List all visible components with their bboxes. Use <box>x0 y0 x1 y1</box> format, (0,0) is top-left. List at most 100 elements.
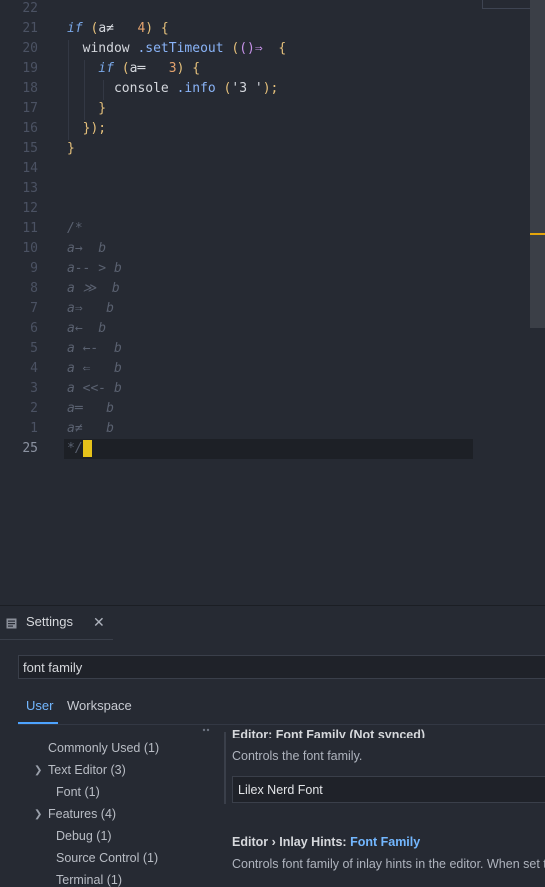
font-family-input[interactable] <box>232 776 545 803</box>
code-text: a-- > b <box>67 259 122 279</box>
line-number: 9 <box>30 261 38 276</box>
line-number: 5 <box>30 341 38 356</box>
code-token: a⇒ b <box>67 301 114 316</box>
tree-item-font[interactable]: Font (1) <box>56 785 100 799</box>
code-token: if <box>67 61 114 76</box>
code-text: a ←- b <box>67 339 122 359</box>
code-token: ()⇒ <box>239 41 263 56</box>
code-token: ( <box>215 81 232 96</box>
code-line[interactable]: 15} <box>0 139 530 159</box>
tab-user[interactable]: User <box>26 698 53 713</box>
editor-scrollbar-thumb[interactable] <box>530 0 545 328</box>
code-line[interactable]: 9 a-- > b <box>0 259 530 279</box>
more-actions-icon[interactable] <box>196 727 216 733</box>
code-token: /* <box>67 221 83 236</box>
code-line[interactable]: 4 a ⇐ b <box>0 359 530 379</box>
code-token: ( <box>82 21 99 36</box>
code-line[interactable]: 21 if (a≠ 4) { <box>0 19 530 39</box>
close-icon[interactable]: ✕ <box>93 614 105 631</box>
line-number: 12 <box>22 201 38 216</box>
code-token: ) { <box>176 61 201 76</box>
code-token: '3 ' <box>231 81 263 96</box>
tree-item-source-control[interactable]: Source Control (1) <box>56 851 158 865</box>
code-token: a≠ <box>98 21 114 36</box>
line-number: 20 <box>22 41 38 56</box>
setting-title-inlay-hints: Editor › Inlay Hints: Font Family <box>232 835 420 849</box>
code-token: .info <box>168 81 216 96</box>
code-line[interactable]: 8 a ≫ b <box>0 279 530 299</box>
line-number: 18 <box>22 81 38 96</box>
code-line[interactable]: 12 <box>0 199 530 219</box>
tab-settings-label: Settings <box>26 614 73 629</box>
tree-item-terminal[interactable]: Terminal (1) <box>56 873 122 887</box>
settings-scope-tabs: User Workspace <box>18 694 545 725</box>
line-number: 15 <box>22 141 38 156</box>
code-token: if <box>67 21 83 36</box>
code-text: } <box>67 139 75 159</box>
code-line[interactable]: 22 <box>0 0 530 19</box>
code-text: a ≫ b <box>67 279 120 299</box>
scrollbar-cursor-marker <box>530 233 545 235</box>
code-editor[interactable]: 22 21 if (a≠ 4) {20 window .setTimeout (()… <box>0 0 545 605</box>
line-number: 17 <box>22 101 38 116</box>
setting-description: Controls the font family. <box>232 749 363 763</box>
code-text: a <<- b <box>67 379 122 399</box>
code-line[interactable]: 6 a← b <box>0 319 530 339</box>
line-number: 10 <box>22 241 38 256</box>
line-number: 21 <box>22 21 38 36</box>
code-line[interactable]: 3 a <<- b <box>0 379 530 399</box>
code-line[interactable]: 14 <box>0 159 530 179</box>
code-token: a≠ b <box>67 421 114 436</box>
code-line[interactable]: 1 a≠ b <box>0 419 530 439</box>
code-token: ( <box>113 61 130 76</box>
code-line[interactable]: 17 } <box>0 99 530 119</box>
setting-category: Editor › Inlay Hints: <box>232 835 351 849</box>
code-line[interactable]: 11 /* <box>0 219 530 239</box>
code-text: if (a═ 3) { <box>67 59 200 79</box>
code-line[interactable]: 2 a═ b <box>0 399 530 419</box>
line-number: 2 <box>30 401 38 416</box>
code-token: */ <box>67 441 83 456</box>
line-number: 22 <box>22 1 38 16</box>
code-token: a═ b <box>67 401 114 416</box>
chevron-down-icon[interactable]: ❯ <box>34 765 42 776</box>
tree-item-features[interactable]: Features (4) <box>48 807 116 821</box>
tree-item-debug[interactable]: Debug (1) <box>56 829 112 843</box>
code-token: a→ b <box>67 241 107 256</box>
code-token: a <<- b <box>67 381 122 396</box>
text-cursor <box>82 440 92 457</box>
code-line[interactable]: 25 */ <box>0 439 530 459</box>
code-text: a⇒ b <box>67 299 114 319</box>
tree-item-commonly-used[interactable]: Commonly Used (1) <box>48 741 159 755</box>
tab-settings[interactable]: Settings ✕ <box>0 606 113 640</box>
active-tab-indicator <box>18 722 58 724</box>
code-token: a← b <box>67 321 107 336</box>
chevron-down-icon[interactable]: ❯ <box>34 809 42 820</box>
code-line[interactable]: 10 a→ b <box>0 239 530 259</box>
code-text: a← b <box>67 319 106 339</box>
code-text: console .info ('3 '); <box>67 79 278 99</box>
code-token: } <box>67 101 107 116</box>
line-number: 1 <box>30 421 38 436</box>
line-number: 19 <box>22 61 38 76</box>
line-number: 25 <box>22 441 38 456</box>
modified-setting-indicator <box>224 732 226 804</box>
code-line[interactable]: 5 a ←- b <box>0 339 530 359</box>
code-line[interactable]: 18 console .info ('3 '); <box>0 79 530 99</box>
tab-workspace[interactable]: Workspace <box>67 698 132 713</box>
code-line[interactable]: 19 if (a═ 3) { <box>0 59 530 79</box>
code-token: ( <box>223 41 240 56</box>
code-line[interactable]: 20 window .setTimeout (()⇒ { <box>0 39 530 59</box>
code-line[interactable]: 7 a⇒ b <box>0 299 530 319</box>
code-line[interactable]: 16 }); <box>0 119 530 139</box>
line-number: 11 <box>22 221 38 236</box>
line-number: 14 <box>22 161 38 176</box>
code-line[interactable]: 13 <box>0 179 530 199</box>
code-token: a ⇐ b <box>67 361 122 376</box>
code-token: a═ <box>129 61 146 76</box>
code-token: ) { <box>145 21 169 36</box>
tree-item-text-editor[interactable]: Text Editor (3) <box>48 763 126 777</box>
settings-search-input[interactable] <box>18 655 545 679</box>
